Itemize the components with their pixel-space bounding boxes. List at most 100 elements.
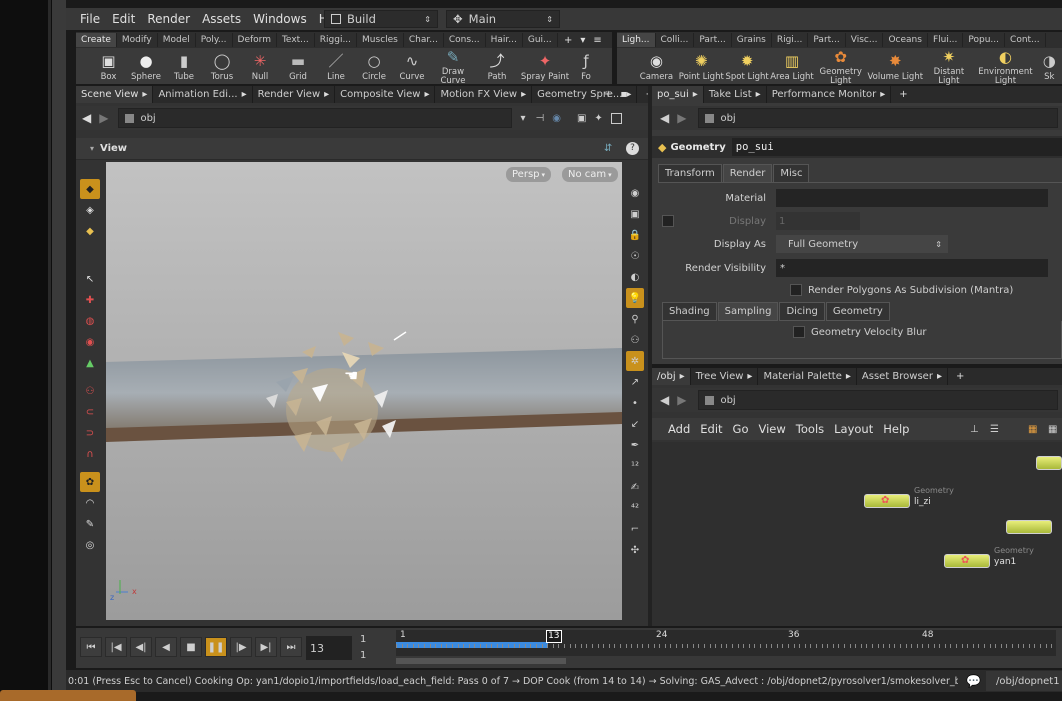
- display-options-icon[interactable]: ⇵: [604, 143, 612, 154]
- velocity-blur-checkbox[interactable]: [793, 326, 805, 338]
- network-path-field[interactable]: obj: [698, 390, 1059, 410]
- shelf-tab[interactable]: Oceans: [883, 33, 928, 47]
- shelf-tool-area-light[interactable]: ▥ Area Light: [770, 51, 815, 82]
- tab-render-view[interactable]: Render View ▸: [253, 86, 336, 103]
- param-path-field[interactable]: obj: [698, 108, 1059, 128]
- shelf-tool-circle[interactable]: ○ Circle: [355, 51, 393, 82]
- network-menu-add[interactable]: Add: [668, 422, 690, 436]
- display-field[interactable]: 1: [776, 212, 860, 230]
- axis-icon[interactable]: ✣: [626, 540, 644, 560]
- rotate-view-icon[interactable]: ◠: [80, 493, 100, 513]
- shelf-tab[interactable]: Flui...: [928, 33, 964, 47]
- shelf-tab[interactable]: Visc...: [846, 33, 884, 47]
- shelf-tool-point-light[interactable]: ✺ Point Light: [678, 51, 725, 82]
- desktop-dropdown[interactable]: Build ⇕: [324, 10, 438, 28]
- network-menu-edit[interactable]: Edit: [700, 422, 722, 436]
- point-display-icon[interactable]: ⚲: [626, 309, 644, 329]
- shelf-tool-spray-paint[interactable]: ✦ Spray Paint: [519, 51, 571, 82]
- tab-animation-edi-[interactable]: Animation Edi... ▸: [153, 86, 253, 103]
- grid-icon[interactable]: ▦: [1048, 424, 1057, 435]
- tab-arrow-icon[interactable]: ▸: [626, 89, 631, 100]
- back-arrow-icon[interactable]: ◀: [660, 393, 669, 407]
- tab-arrow-icon[interactable]: ▸: [324, 89, 329, 100]
- list-icon[interactable]: ☰: [990, 424, 999, 435]
- point-icon[interactable]: •: [626, 393, 644, 413]
- shelf-tool-box[interactable]: ▣ Box: [90, 51, 127, 82]
- pose-tool-icon[interactable]: ⚇: [80, 381, 100, 401]
- section-tab-render[interactable]: Render: [722, 164, 773, 182]
- chevron-down-icon[interactable]: ▾: [90, 144, 94, 153]
- maximize-icon[interactable]: [610, 112, 622, 124]
- network-menu-view[interactable]: View: [759, 422, 786, 436]
- cube-icon[interactable]: ▣: [577, 113, 586, 124]
- tab-arrow-icon[interactable]: ▸: [693, 89, 698, 100]
- menu-render[interactable]: Render: [147, 12, 190, 26]
- geometry-display-icon[interactable]: ▣: [626, 204, 644, 224]
- scale-tool-icon[interactable]: ◉: [80, 332, 100, 352]
- chevron-down-icon[interactable]: ▾: [580, 35, 585, 46]
- menu-edit[interactable]: Edit: [112, 12, 135, 26]
- sphere-tool-icon[interactable]: ◎: [80, 535, 100, 555]
- stop-button[interactable]: ■: [180, 637, 202, 657]
- display-checkbox[interactable]: [662, 215, 674, 227]
- back-arrow-icon[interactable]: ◀: [660, 111, 669, 125]
- node-li-zi[interactable]: ✿: [864, 494, 910, 508]
- link-icon[interactable]: ◉: [552, 113, 561, 124]
- forward-arrow-icon[interactable]: ▶: [99, 111, 108, 125]
- range-start-field[interactable]: 1: [356, 634, 394, 648]
- tree-icon[interactable]: ⊥: [970, 424, 979, 435]
- frame-icon[interactable]: ⌐: [626, 519, 644, 539]
- node-yan1[interactable]: ✿: [944, 554, 990, 568]
- add-tab-icon[interactable]: +: [891, 89, 915, 100]
- menu-windows[interactable]: Windows: [253, 12, 307, 26]
- paint-icon[interactable]: ✍: [626, 477, 644, 497]
- shading-icon[interactable]: ◐: [626, 267, 644, 287]
- network-canvas[interactable]: ✿ Geometry li_zi ✿ Geometry yan1: [652, 442, 1062, 626]
- network-menu-tools[interactable]: Tools: [796, 422, 824, 436]
- pin-icon[interactable]: ▾: [520, 113, 525, 124]
- shelf-tab[interactable]: Create: [76, 33, 117, 47]
- shelf-tab[interactable]: Hair...: [486, 33, 523, 47]
- shelf-tool-path[interactable]: ⤴ Path: [475, 51, 519, 82]
- add-shelf-icon[interactable]: +: [564, 35, 572, 46]
- grid-color-icon[interactable]: ▦: [1028, 424, 1037, 435]
- add-tab-icon[interactable]: +: [604, 89, 612, 100]
- status-path[interactable]: /obj/dopnet1: [986, 671, 1062, 691]
- shelf-tab[interactable]: Part...: [808, 33, 846, 47]
- sub-tab-sampling[interactable]: Sampling: [717, 302, 779, 321]
- tab-performance-monitor[interactable]: Performance Monitor ▸: [767, 86, 892, 103]
- chat-icon[interactable]: 💬: [966, 674, 981, 688]
- range-slider[interactable]: [396, 658, 566, 664]
- shelf-tool-camera[interactable]: ◉ Camera: [635, 51, 678, 82]
- shelf-tab[interactable]: Riggi...: [315, 33, 358, 47]
- step-forward-button[interactable]: |▶: [230, 637, 252, 657]
- shelf-tab[interactable]: Part...: [694, 33, 732, 47]
- network-menu-help[interactable]: Help: [883, 422, 909, 436]
- node-name-field[interactable]: po_sui: [731, 138, 1062, 156]
- display-eye-icon[interactable]: ◉: [626, 183, 644, 203]
- shelf-tab[interactable]: Muscles: [357, 33, 404, 47]
- path-field[interactable]: obj: [118, 108, 513, 128]
- light-bulb-icon[interactable]: 💡: [626, 288, 644, 308]
- shelf-tab[interactable]: Rigi...: [772, 33, 809, 47]
- step-back-key-button[interactable]: |◀: [105, 637, 127, 657]
- shelf-tool-sphere[interactable]: ● Sphere: [127, 51, 165, 82]
- rotate-tool-icon[interactable]: ◍: [80, 311, 100, 331]
- sub-tab-shading[interactable]: Shading: [662, 302, 717, 321]
- shelf-tool-spot-light[interactable]: ✹ Spot Light: [725, 51, 770, 82]
- shelf-tool-curve[interactable]: ∿ Curve: [393, 51, 431, 82]
- back-arrow-icon[interactable]: ◀: [82, 111, 91, 125]
- display-as-dropdown[interactable]: Full Geometry ⇕: [776, 235, 948, 253]
- tab-arrow-icon[interactable]: ▸: [242, 89, 247, 100]
- shelf-tab[interactable]: Deform: [233, 33, 277, 47]
- play-reverse-button[interactable]: ◀: [155, 637, 177, 657]
- snap-tool-icon[interactable]: ⊃: [80, 423, 100, 443]
- material-field[interactable]: [776, 189, 1048, 207]
- tab-arrow-icon[interactable]: ▸: [521, 89, 526, 100]
- shelf-tool-geometry-light[interactable]: ✿ Geometry Light: [814, 46, 867, 86]
- add-tab-icon[interactable]: +: [948, 371, 972, 382]
- normal-icon[interactable]: ↙: [626, 414, 644, 434]
- tab-arrow-icon[interactable]: ▸: [846, 371, 851, 382]
- jump-start-button[interactable]: ⏮: [80, 637, 102, 657]
- jump-end-button[interactable]: ⏭: [280, 637, 302, 657]
